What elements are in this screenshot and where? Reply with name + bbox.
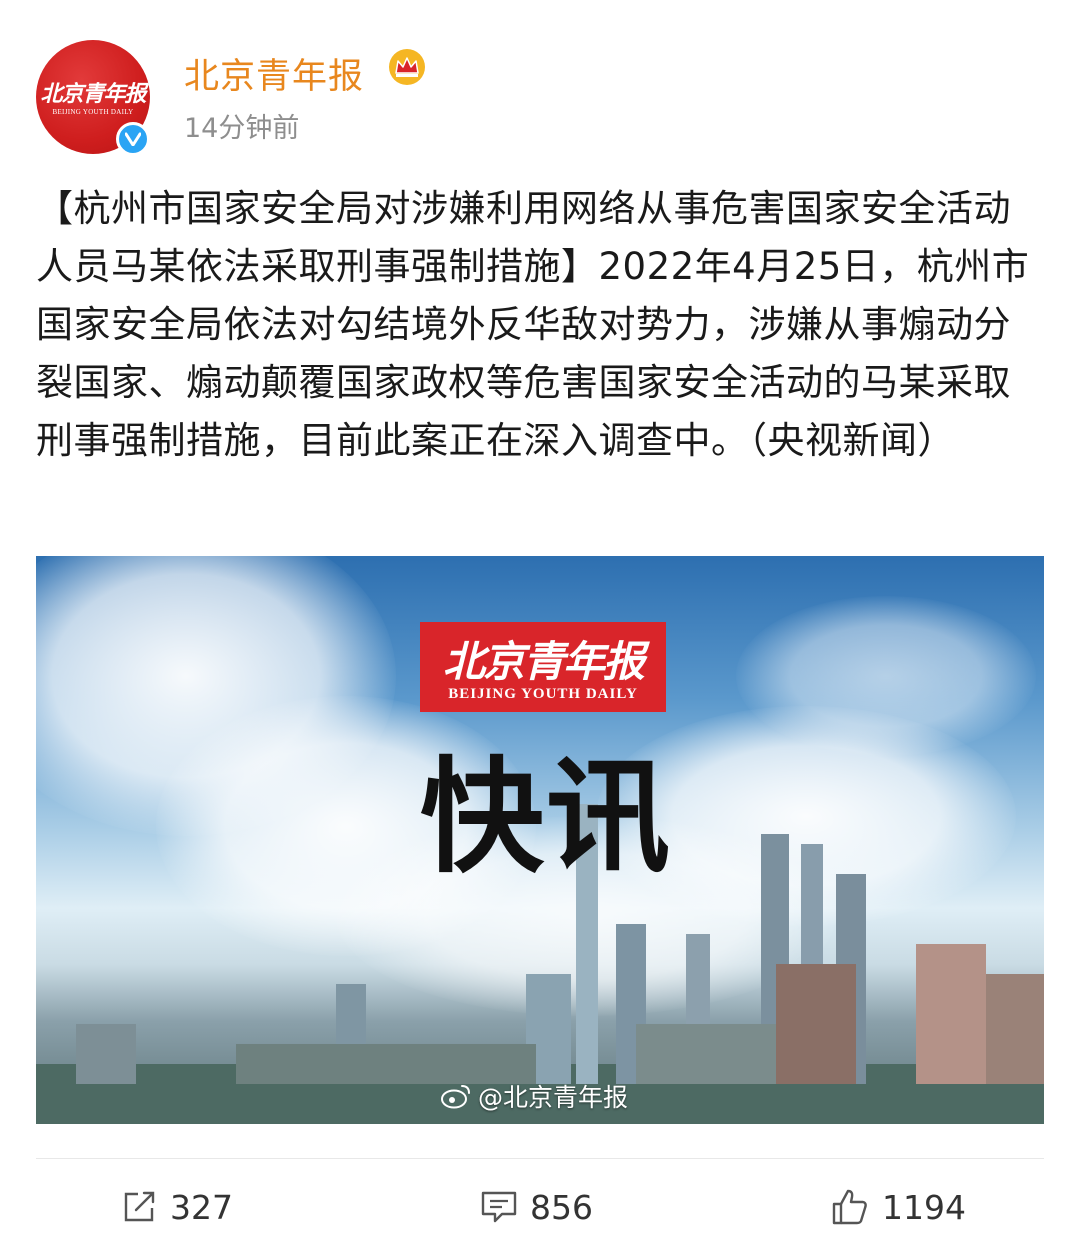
comment-count: 856 [530, 1187, 593, 1227]
repost-icon [124, 1191, 155, 1222]
repost-button[interactable]: 327 [122, 1182, 233, 1232]
avatar-logo-text: 北京青年报 [40, 81, 146, 107]
like-count: 1194 [882, 1187, 966, 1227]
image-watermark: @北京青年报 [440, 1078, 628, 1114]
vip-crown-icon [389, 49, 425, 85]
weibo-logo-icon [441, 1085, 470, 1109]
watermark-text: @北京青年报 [478, 1083, 629, 1112]
post-time: 14分钟前 [184, 113, 300, 144]
image-headline: 快讯 [419, 746, 672, 890]
thumbs-up-icon [832, 1189, 867, 1225]
brand-logo-text: 北京青年报 [442, 637, 645, 686]
divider [36, 1158, 1044, 1159]
action-bar: 327 856 1194 [0, 1172, 1080, 1242]
post-header: 北京青年报 BEIJING YOUTH DAILY 北京青年报 14分钟前 [36, 40, 1046, 160]
repost-count: 327 [170, 1187, 233, 1227]
comment-button[interactable]: 856 [480, 1182, 593, 1232]
author-name[interactable]: 北京青年报 [184, 48, 364, 99]
post-body-text: 【杭州市国家安全局对涉嫌利用网络从事危害国家安全活动人员马某依法采取刑事强制措施… [36, 187, 1030, 462]
brand-logo-subtext: BEIJING YOUTH DAILY [448, 686, 638, 702]
avatar-logo-subtext: BEIJING YOUTH DAILY [52, 108, 134, 116]
verified-badge-icon [116, 122, 150, 156]
comment-icon [481, 1191, 517, 1223]
brand-logo: 北京青年报 BEIJING YOUTH DAILY [420, 622, 666, 712]
post-image[interactable]: 北京青年报 BEIJING YOUTH DAILY 快讯 @北京青年报 [36, 556, 1044, 1124]
like-button[interactable]: 1194 [830, 1182, 966, 1232]
